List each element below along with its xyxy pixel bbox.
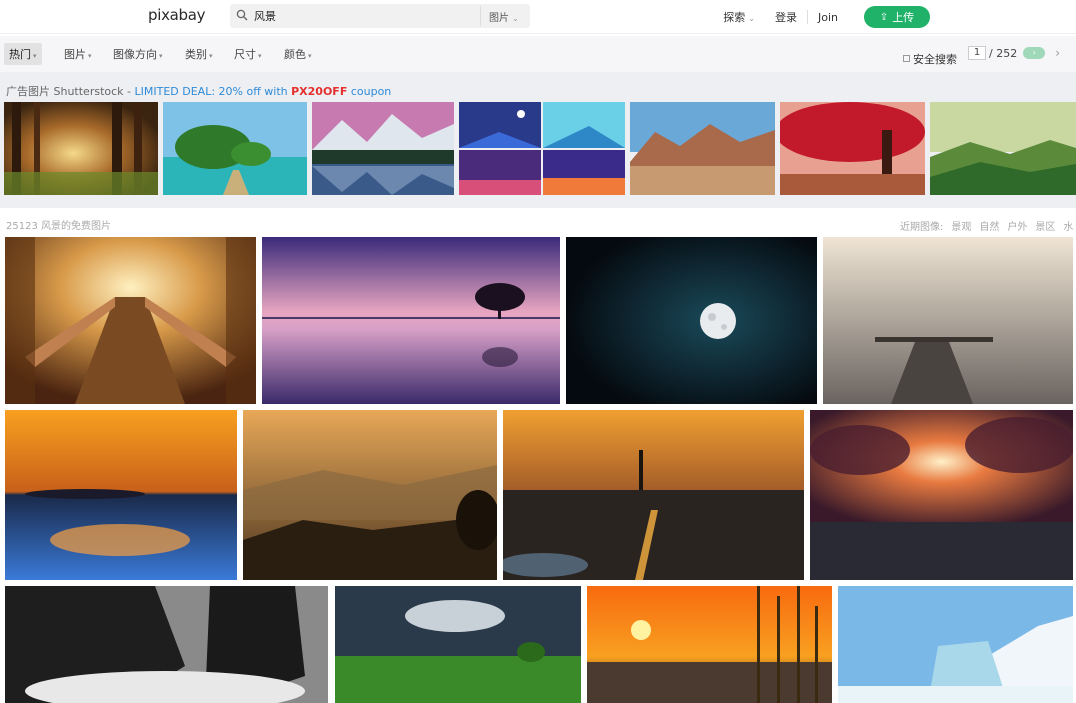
related-label: 近期图像: [900, 222, 944, 233]
photo-storm-field[interactable] [335, 586, 581, 703]
filter-orientation[interactable]: 图像方向 ▾ [113, 46, 163, 62]
ad-coupon: coupon [347, 85, 392, 98]
ad-thumb-red-tree[interactable] [780, 102, 925, 195]
filter-label: 尺寸 [234, 48, 256, 61]
related-term[interactable]: 水 [1063, 218, 1073, 233]
safe-search-toggle[interactable]: 安全搜索 [903, 51, 957, 67]
pagination: 1 / 252 › › [968, 46, 1060, 60]
join-link[interactable]: Join [808, 11, 848, 24]
photo-misty-pier[interactable] [823, 237, 1073, 404]
next-page-arrow[interactable]: › [1055, 46, 1060, 60]
filter-bar: 热门 ▾ 图片 ▾ 图像方向 ▾ 类别 ▾ 尺寸 ▾ 颜色 ▾ 安全搜索 1 / 252 ›… [0, 36, 1076, 72]
checkbox-icon [903, 55, 910, 62]
explore-menu[interactable]: 探索 ⌄ [713, 9, 765, 25]
next-page-button[interactable]: › [1023, 47, 1046, 59]
ad-deal: LIMITED DEAL: 20% off with [134, 85, 292, 98]
ad-thumb-minimal-set[interactable] [459, 102, 625, 195]
filter-color[interactable]: 颜色 ▾ [284, 46, 312, 62]
photo-lake-tree[interactable] [262, 237, 560, 404]
page-total: / 252 [989, 46, 1018, 60]
ad-thumb-forest[interactable] [4, 102, 158, 195]
photo-forest-bridge[interactable] [5, 237, 256, 404]
related-term[interactable]: 景区 [1035, 218, 1055, 233]
ad-code: PX20OFF [291, 85, 348, 98]
chevron-down-icon: ▾ [33, 52, 37, 60]
header-nav: 探索 ⌄ 登录 Join ⇪ 上传 [713, 4, 930, 30]
upload-arrow-icon: ⇪ [879, 11, 889, 23]
photo-full-moon[interactable] [566, 237, 817, 404]
upload-label: 上传 [892, 11, 915, 24]
related-term[interactable]: 自然 [979, 218, 999, 233]
ad-prefix: 广告图片 Shutterstock - [6, 85, 135, 98]
photo-ocean-sunset[interactable] [5, 410, 237, 580]
safe-search-label: 安全搜索 [913, 53, 957, 66]
upload-button[interactable]: ⇪ 上传 [864, 6, 930, 28]
photo-foggy-hills[interactable] [243, 410, 497, 580]
related-searches: 近期图像: 景观 自然 户外 景区 水 [900, 218, 1073, 233]
filter-label: 图片 [64, 48, 86, 61]
search-icon [236, 9, 248, 21]
filter-label: 颜色 [284, 48, 306, 61]
ad-thumb-island[interactable] [163, 102, 307, 195]
chevron-down-icon: ▾ [209, 52, 213, 60]
page-number-input[interactable]: 1 [968, 46, 986, 60]
search-input[interactable] [254, 7, 474, 25]
filter-image-type[interactable]: 图片 ▾ [64, 46, 92, 62]
filter-label: 类别 [185, 48, 207, 61]
explore-label: 探索 [723, 11, 746, 24]
related-term[interactable]: 户外 [1007, 218, 1027, 233]
chevron-down-icon: ⌄ [748, 14, 755, 23]
chevron-down-icon: ▾ [88, 52, 92, 60]
related-term[interactable]: 景观 [951, 218, 971, 233]
filter-category[interactable]: 类别 ▾ [185, 46, 213, 62]
pixabay-logo[interactable]: pixabay [148, 6, 206, 24]
filter-label: 图像方向 [113, 48, 157, 61]
search-bar[interactable]: 图片⌄ [230, 4, 530, 28]
sponsored-strip: 广告图片 Shutterstock - LIMITED DEAL: 20% of… [0, 72, 1076, 208]
login-link[interactable]: 登录 [765, 9, 807, 25]
chevron-down-icon: ▾ [258, 52, 262, 60]
photo-city-skyline[interactable] [503, 410, 804, 580]
photo-reeds-sunset[interactable] [587, 586, 832, 703]
search-type-label: 图片 [489, 13, 509, 24]
search-type-dropdown[interactable]: 图片 ⌄ [480, 6, 528, 26]
chevron-down-icon: ▾ [308, 52, 312, 60]
chevron-down-icon: ▾ [159, 52, 163, 60]
ad-thumb-mountain-lake[interactable] [312, 102, 454, 195]
top-header: pixabay 图片⌄ 探索⌄ 登录 Join ⇪上传 [0, 0, 1076, 34]
chevron-down-icon: ⌄ [512, 14, 519, 23]
results-count: 25123 风景的免费图片 [6, 221, 111, 232]
ad-caption[interactable]: 广告图片 Shutterstock - LIMITED DEAL: 20% of… [6, 83, 391, 99]
filter-size[interactable]: 尺寸 ▾ [234, 46, 262, 62]
photo-rock-waves[interactable] [5, 586, 328, 703]
filter-popular[interactable]: 热门 ▾ [4, 43, 42, 65]
photo-glacier[interactable] [838, 586, 1073, 703]
ad-thumb-green-valley[interactable] [930, 102, 1076, 195]
filter-label: 热门 [9, 48, 31, 61]
ad-thumb-desert[interactable] [630, 102, 775, 195]
photo-cloud-rays[interactable] [810, 410, 1073, 580]
